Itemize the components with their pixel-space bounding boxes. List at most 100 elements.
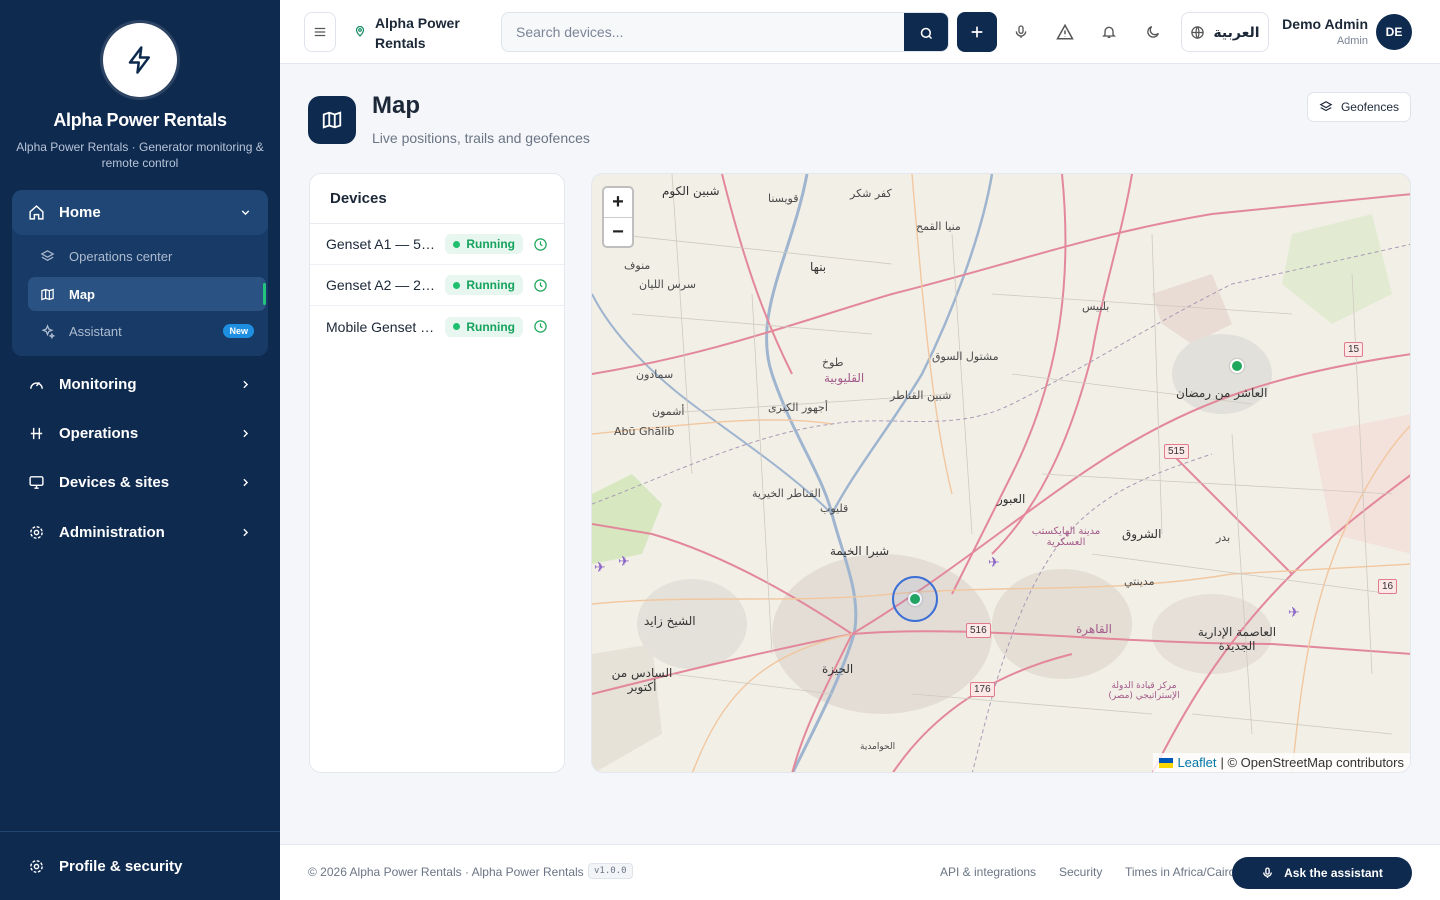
microphone-button[interactable] (1009, 20, 1033, 44)
warning-icon (1056, 23, 1074, 40)
map-place-label: مركز قيادة الدولة الإستراتيجي (مصر) (1108, 681, 1180, 701)
map-place-label: القليوبية (824, 371, 865, 385)
menu-button[interactable] (304, 12, 336, 52)
chevron-right-icon (243, 429, 249, 437)
history-icon[interactable] (533, 237, 548, 252)
sidebar-item-label: Map (69, 286, 95, 302)
map-place-label: مشتول السوق (932, 350, 999, 363)
page-title: Map (372, 92, 420, 119)
sidebar-item-label: Operations center (69, 248, 173, 264)
ask-assistant-button[interactable]: Ask the assistant (1232, 857, 1412, 889)
security-link[interactable]: Security (1059, 865, 1102, 879)
device-marker[interactable] (1230, 358, 1245, 373)
user-name: Demo Admin (1282, 16, 1368, 32)
osm-attribution: | © OpenStreetMap contributors (1220, 755, 1405, 770)
map-place-label: بدر (1216, 531, 1231, 544)
nav-devices-sites[interactable]: Devices & sites (12, 462, 268, 502)
api-integrations-link[interactable]: API & integrations (940, 865, 1036, 879)
sidebar: Alpha Power Rentals Alpha Power Rentals … (0, 0, 280, 900)
sidebar-item-map[interactable]: Map (28, 277, 266, 311)
alerts-button[interactable] (1053, 20, 1077, 44)
moon-icon (1147, 26, 1159, 38)
company-name[interactable]: Alpha Power Rentals (375, 13, 485, 53)
route-shield: 16 (1378, 579, 1398, 594)
sidebar-item-operations-center[interactable]: Operations center (28, 239, 266, 273)
history-icon[interactable] (533, 278, 548, 293)
layers-icon (1319, 101, 1333, 112)
map-place-label: منوف (624, 259, 651, 272)
nav-profile-security[interactable]: Profile & security (0, 831, 280, 900)
search-input[interactable] (502, 13, 904, 51)
zoom-in-button[interactable]: + (604, 188, 632, 217)
map-place-label: قليوب (820, 502, 849, 515)
map-icon (322, 111, 342, 129)
page-subtitle: Live positions, trails and geofences (372, 130, 590, 146)
map-place-label: أشمون (652, 405, 685, 418)
nav-label: Monitoring (59, 375, 137, 393)
search-button[interactable] (904, 13, 948, 51)
status-label: Running (466, 319, 515, 334)
footer: © 2026 Alpha Power Rentals · Alpha Power… (280, 844, 1440, 900)
map-place-label: القاهرة (1076, 622, 1112, 636)
microphone-icon (1015, 25, 1027, 38)
map-place-label: بلبيس (1082, 300, 1110, 313)
plus-icon (971, 26, 983, 38)
monitor-icon (29, 475, 44, 489)
selected-marker-ring[interactable] (891, 576, 938, 622)
nav-monitoring[interactable]: Monitoring (12, 364, 268, 404)
table-row[interactable]: Mobile Genset M1 Running (310, 306, 564, 347)
sliders-icon (30, 427, 43, 439)
map-place-label: Abū Ghālib (614, 425, 675, 438)
brand-logo[interactable] (103, 23, 177, 97)
copyright: © 2026 Alpha Power Rentals · Alpha Power… (308, 865, 584, 879)
zoom-control: + − (602, 186, 634, 248)
map-place-label: سرس الليان (639, 278, 697, 291)
map-attribution: Leaflet | © OpenStreetMap contributors (1153, 753, 1410, 772)
theme-toggle[interactable] (1141, 20, 1165, 44)
route-shield: 15 (1344, 342, 1364, 357)
status-dot (453, 323, 461, 330)
avatar[interactable]: DE (1376, 14, 1412, 50)
sidebar-item-label: Assistant (69, 323, 122, 339)
map-icon (41, 288, 54, 300)
nav-home-label: Home (59, 204, 101, 221)
brand-title: Alpha Power Rentals (53, 110, 227, 130)
ask-assistant-label: Ask the assistant (1284, 866, 1383, 880)
timezone-link[interactable]: Times in Africa/Cairo (1125, 865, 1235, 879)
nav-operations[interactable]: Operations (12, 413, 268, 453)
search-bar (501, 12, 949, 52)
add-button[interactable] (957, 12, 997, 52)
nav-administration[interactable]: Administration (12, 512, 268, 552)
leaflet-link[interactable]: Leaflet (1177, 755, 1216, 770)
map-place-label: الجيزة (822, 662, 854, 676)
brand-subtitle: Alpha Power Rentals · Generator monitori… (16, 140, 264, 170)
map-place-label: قويسنا (768, 192, 799, 205)
zoom-out-button[interactable]: − (604, 217, 632, 246)
user-role: Admin (1336, 35, 1368, 47)
map-view[interactable]: ✈ ✈ ✈ ✈ + − شبين الكوم قويسنا كفر شكر من… (591, 173, 1411, 773)
map-place-label: منيا القمح (916, 220, 961, 233)
table-row[interactable]: Genset A1 — 500 kVA Running (310, 224, 564, 265)
map-place-label: السادس من أكتوبر (611, 666, 673, 694)
nav-home[interactable]: Home (12, 190, 268, 235)
notifications-button[interactable] (1097, 20, 1121, 44)
language-switcher[interactable]: العربية (1181, 12, 1269, 52)
table-row[interactable]: Genset A2 — 250 kVA Running (310, 265, 564, 306)
device-name: Mobile Genset M1 (326, 318, 440, 335)
history-icon[interactable] (533, 319, 548, 334)
device-name: Genset A2 — 250 kVA (326, 277, 445, 293)
map-place-label: شبرا الخيمة (830, 544, 890, 558)
chevron-down-icon (241, 210, 250, 216)
language-label: العربية (1213, 23, 1260, 40)
map-place-label: شبين القناطر (890, 389, 952, 402)
map-place-label: سمادون (636, 368, 674, 381)
geofences-button[interactable]: Geofences (1307, 92, 1411, 122)
map-tiles[interactable]: ✈ ✈ ✈ ✈ (592, 174, 1411, 773)
sidebar-item-assistant[interactable]: Assistant New (28, 314, 266, 348)
geofences-label: Geofences (1340, 100, 1400, 114)
svg-text:✈: ✈ (1288, 605, 1300, 621)
status-dot (453, 240, 461, 248)
nav-label: Operations (59, 424, 139, 442)
devices-panel: Devices Genset A1 — 500 kVA Running Gens… (309, 173, 565, 773)
status-badge: Running (445, 275, 523, 295)
